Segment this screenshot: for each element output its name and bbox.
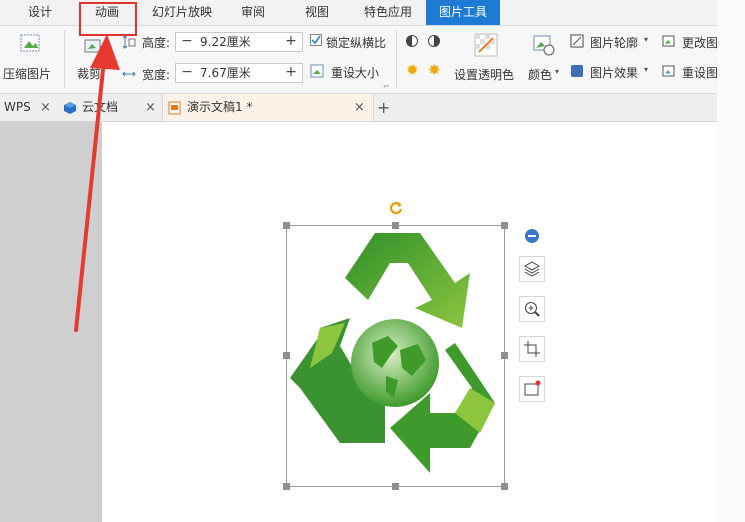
ribbon-separator [396,30,397,88]
height-label: 高度: [142,36,171,50]
resize-handle[interactable] [283,222,290,229]
picture-color-icon[interactable] [532,32,556,56]
resize-handle[interactable] [392,483,399,490]
picture-effects-label[interactable]: 图片效果 [590,64,638,81]
layers-button[interactable] [519,256,545,282]
lock-ratio-label[interactable]: 锁定纵横比 [326,34,386,51]
picture-outline-label[interactable]: 图片轮廓 [590,34,638,51]
resize-handle[interactable] [501,222,508,229]
resize-handle[interactable] [501,352,508,359]
resize-handle[interactable] [283,352,290,359]
reset-picture-icon[interactable] [662,64,676,78]
width-increase-button[interactable]: + [282,64,300,82]
resize-handle[interactable] [283,483,290,490]
collapse-icon[interactable] [524,228,540,244]
width-field[interactable]: − 7.67厘米 + [175,63,303,83]
tab-special[interactable]: 特色应用 [352,0,424,25]
close-icon[interactable]: × [354,94,365,121]
compress-picture-icon[interactable] [19,32,41,54]
picture-frame-icon [524,380,541,396]
annotation-arrow-icon [74,34,120,332]
change-picture-label[interactable]: 更改图 [682,34,718,51]
height-value[interactable]: 9.22厘米 [200,33,251,51]
rotate-handle-icon[interactable] [388,200,404,216]
height-increase-button[interactable]: + [282,33,300,51]
width-value[interactable]: 7.67厘米 [200,64,251,82]
tab-review[interactable]: 审阅 [232,0,274,25]
set-transparent-label[interactable]: 设置透明色 [454,66,514,83]
recycle-picture[interactable] [290,228,502,484]
close-icon[interactable]: × [145,94,156,121]
tab-picture-tools[interactable]: 图片工具 [426,0,500,25]
picture-effects-icon[interactable] [570,64,584,78]
change-picture-icon[interactable] [662,34,676,48]
effects-dropdown-icon[interactable]: ▾ [644,65,648,74]
brightness-increase-icon[interactable]: ✹ [406,61,419,79]
set-transparent-icon[interactable] [473,32,499,58]
layers-icon [523,261,541,277]
resize-handle[interactable] [501,483,508,490]
color-dropdown-icon[interactable]: ▾ [555,67,559,76]
doc-tab-wps[interactable]: WPS [4,94,31,121]
dialog-launcher-icon[interactable]: ⌐ [383,82,390,91]
width-decrease-button[interactable]: − [178,64,196,82]
new-tab-icon[interactable]: + [377,94,390,121]
lock-ratio-checkbox[interactable] [310,34,322,46]
width-label: 宽度: [142,68,171,82]
color-label[interactable]: 颜色 [528,66,552,83]
height-field[interactable]: − 9.22厘米 + [175,32,303,52]
zoom-button[interactable] [519,296,545,322]
right-panel-strip [717,0,745,522]
crop-icon [524,341,540,357]
brightness-decrease-icon[interactable]: ✸ [428,61,441,79]
presentation-file-icon [168,101,181,115]
outline-dropdown-icon[interactable]: ▾ [644,35,648,44]
resize-handle[interactable] [392,222,399,229]
tab-slideshow[interactable]: 幻灯片放映 [140,0,224,25]
slide-canvas[interactable] [102,122,717,522]
contrast-icon[interactable] [405,34,419,48]
close-icon[interactable]: × [40,94,51,121]
contrast-decrease-icon[interactable] [427,34,441,48]
reset-size-icon[interactable] [310,64,324,78]
reset-picture-label[interactable]: 重设图 [682,64,718,81]
doc-tab-presentation[interactable]: 演示文稿1 * [187,94,252,121]
picture-outline-icon[interactable] [570,34,584,48]
tab-view[interactable]: 视图 [296,0,338,25]
picture-style-button[interactable] [519,376,545,402]
crop-button[interactable] [519,336,545,362]
reset-size-label[interactable]: 重设大小 [331,64,379,81]
checkmark-icon [311,35,321,45]
tab-design[interactable]: 设计 [20,0,60,25]
zoom-in-icon [525,302,540,317]
compress-picture-label[interactable]: 压缩图片 [3,65,51,82]
height-decrease-button[interactable]: − [178,33,196,51]
